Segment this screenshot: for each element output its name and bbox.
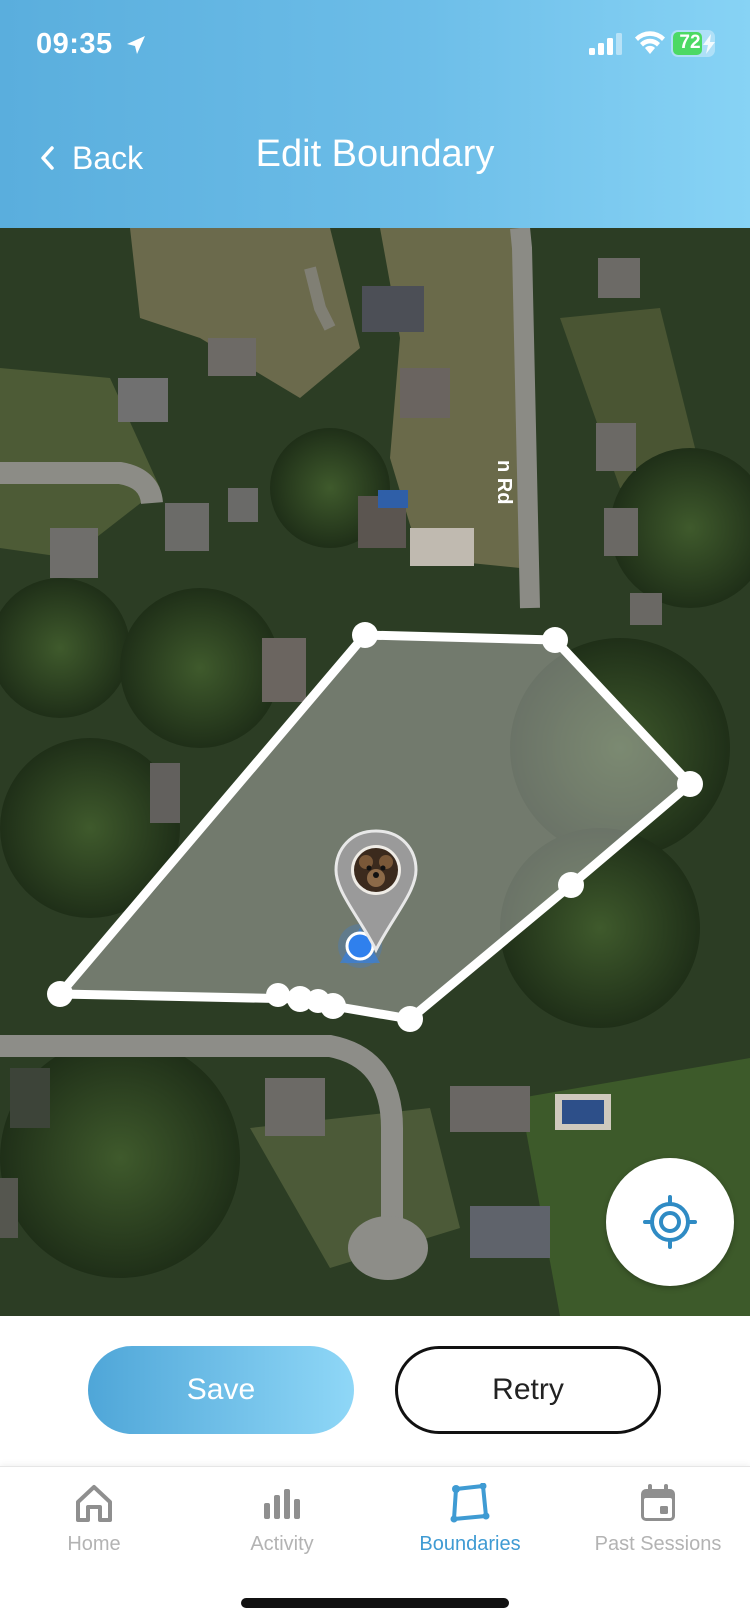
map-imagery: [0, 228, 750, 1316]
tab-activity[interactable]: Activity: [188, 1483, 376, 1556]
save-button[interactable]: Save: [88, 1346, 354, 1434]
boundary-vertex-handle[interactable]: [558, 872, 584, 898]
status-bar: 09:35 72: [0, 0, 750, 90]
status-time: 09:35: [36, 28, 113, 60]
header: 09:35 72 Back Edit Boundary: [0, 0, 750, 228]
retry-button[interactable]: Retry: [395, 1346, 661, 1434]
location-arrow-icon: [127, 36, 145, 54]
activity-icon: [264, 1489, 300, 1519]
tab-label: Activity: [250, 1533, 314, 1555]
cellular-signal-icon: [589, 33, 622, 55]
satellite-map[interactable]: n Rd: [0, 228, 750, 1316]
tab-boundaries[interactable]: Boundaries: [376, 1483, 564, 1556]
boundary-vertex-handle[interactable]: [266, 983, 290, 1007]
tab-past-sessions[interactable]: Past Sessions: [564, 1483, 750, 1556]
battery-indicator: 72: [671, 30, 719, 57]
home-indicator: [241, 1598, 509, 1608]
boundary-vertex-handle[interactable]: [352, 622, 378, 648]
boundary-vertex-handle[interactable]: [306, 989, 330, 1013]
road-label: n Rd: [493, 460, 515, 505]
tab-label: Past Sessions: [594, 1533, 722, 1555]
boundary-vertex-handle[interactable]: [397, 1006, 423, 1032]
dog-avatar-icon: [354, 848, 398, 892]
tab-home[interactable]: Home: [0, 1483, 188, 1556]
tab-label: Home: [67, 1533, 121, 1555]
crosshair-target-icon: [643, 1195, 697, 1249]
boundary-vertex-handle[interactable]: [47, 981, 73, 1007]
page-title: Edit Boundary: [255, 133, 495, 175]
charging-bolt-icon: [703, 34, 715, 54]
recenter-location-button[interactable]: [606, 1158, 734, 1286]
wifi-icon: [635, 31, 665, 54]
boundary-vertex-handle[interactable]: [677, 771, 703, 797]
boundaries-icon: [450, 1483, 490, 1523]
home-icon: [76, 1485, 112, 1522]
action-bar: Save Retry: [0, 1316, 750, 1466]
boundary-vertex-handle[interactable]: [542, 627, 568, 653]
calendar-icon: [641, 1484, 675, 1521]
tab-label: Boundaries: [419, 1533, 521, 1555]
